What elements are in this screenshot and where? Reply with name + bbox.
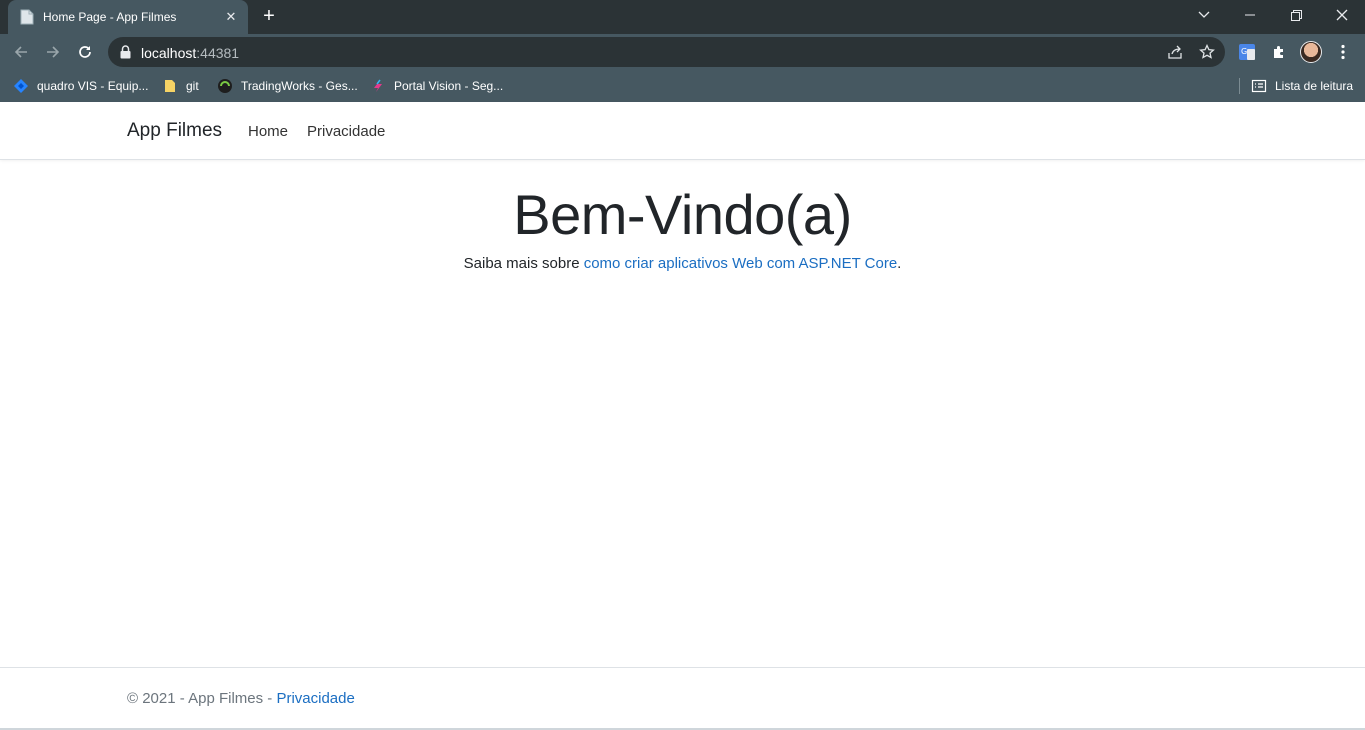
close-icon — [1336, 9, 1348, 21]
close-window-button[interactable] — [1319, 0, 1365, 30]
star-icon[interactable] — [1198, 43, 1216, 61]
puzzle-icon — [1274, 46, 1283, 58]
url-port: :44381 — [196, 45, 240, 61]
restore-button[interactable] — [1273, 0, 1319, 30]
page-icon — [20, 9, 34, 25]
intro-text: Saiba mais sobre como criar aplicativos … — [0, 255, 1365, 272]
intro-suffix: . — [897, 255, 902, 272]
restore-icon — [1290, 9, 1302, 21]
bookmark-label: TradingWorks - Ges... — [241, 79, 358, 93]
aspnet-docs-link[interactable]: como criar aplicativos Web com ASP.NET C… — [584, 255, 897, 272]
google-translate-extension[interactable]: G — [1236, 41, 1258, 63]
nav-privacy-link[interactable]: Privacidade — [307, 123, 385, 140]
bookmark-item[interactable]: git — [162, 76, 199, 96]
folder-icon — [162, 78, 178, 94]
url-host: localhost — [141, 45, 197, 61]
page-title: Bem-Vindo(a) — [513, 183, 852, 246]
address-bar[interactable]: localhost:44381 — [108, 37, 1225, 67]
site-navbar: App Filmes Home Privacidade — [0, 102, 1365, 160]
reload-icon — [79, 46, 91, 58]
tab-title: Home Page - App Filmes — [43, 10, 177, 24]
bookmark-item[interactable]: Portal Vision - Seg... — [370, 76, 503, 96]
bookmark-label: git — [186, 79, 199, 93]
nav-home-link[interactable]: Home — [248, 123, 288, 140]
reading-list-button[interactable]: Lista de leitura — [1251, 76, 1353, 96]
browser-menu-button[interactable] — [1332, 41, 1354, 63]
minimize-button[interactable] — [1227, 0, 1273, 30]
more-vert-icon — [1341, 44, 1345, 60]
lock-icon[interactable] — [120, 45, 131, 64]
portal-vision-icon — [370, 78, 386, 94]
browser-toolbar: localhost:44381 G — [0, 34, 1365, 70]
url-text: localhost:44381 — [141, 45, 239, 61]
minimize-icon — [1245, 14, 1255, 16]
browser-tabstrip: Home Page - App Filmes ✕ + — [0, 0, 1365, 34]
reading-list-label: Lista de leitura — [1275, 79, 1354, 93]
copyright-text: © 2021 - App Filmes - — [127, 690, 277, 707]
translate-icon: G — [1239, 44, 1255, 60]
tradingworks-icon — [217, 78, 233, 94]
profile-avatar[interactable] — [1300, 41, 1322, 63]
forward-button[interactable] — [39, 38, 67, 66]
site-footer: © 2021 - App Filmes - Privacidade — [0, 667, 1365, 728]
browser-tab[interactable]: Home Page - App Filmes ✕ — [8, 0, 248, 34]
reading-list-icon — [1251, 78, 1267, 94]
chevron-down-icon — [1198, 11, 1210, 18]
tab-search-button[interactable] — [1181, 0, 1227, 30]
bookmark-label: quadro VIS - Equip... — [37, 79, 149, 93]
bookmark-item[interactable]: quadro VIS - Equip... — [13, 76, 148, 96]
arrow-left-icon — [14, 46, 27, 58]
intro-prefix: Saiba mais sobre — [463, 255, 584, 272]
bookmarks-bar: quadro VIS - Equip... git TradingWorks -… — [0, 70, 1365, 102]
site-brand[interactable]: App Filmes — [127, 120, 222, 142]
arrow-right-icon — [47, 46, 60, 58]
bookmark-item[interactable]: TradingWorks - Ges... — [217, 76, 358, 96]
svg-text:G: G — [1241, 47, 1247, 56]
jira-icon — [13, 78, 29, 94]
bookmark-label: Portal Vision - Seg... — [394, 79, 504, 93]
close-tab-icon[interactable]: ✕ — [222, 8, 240, 26]
share-icon[interactable] — [1166, 43, 1184, 61]
footer-privacy-link[interactable]: Privacidade — [276, 690, 354, 707]
extensions-button[interactable] — [1268, 41, 1290, 63]
back-button[interactable] — [7, 38, 35, 66]
reload-button[interactable] — [71, 38, 99, 66]
footer-text: © 2021 - App Filmes - Privacidade — [127, 690, 355, 707]
bookmarks-divider — [1239, 78, 1240, 94]
new-tab-button[interactable]: + — [258, 5, 280, 27]
